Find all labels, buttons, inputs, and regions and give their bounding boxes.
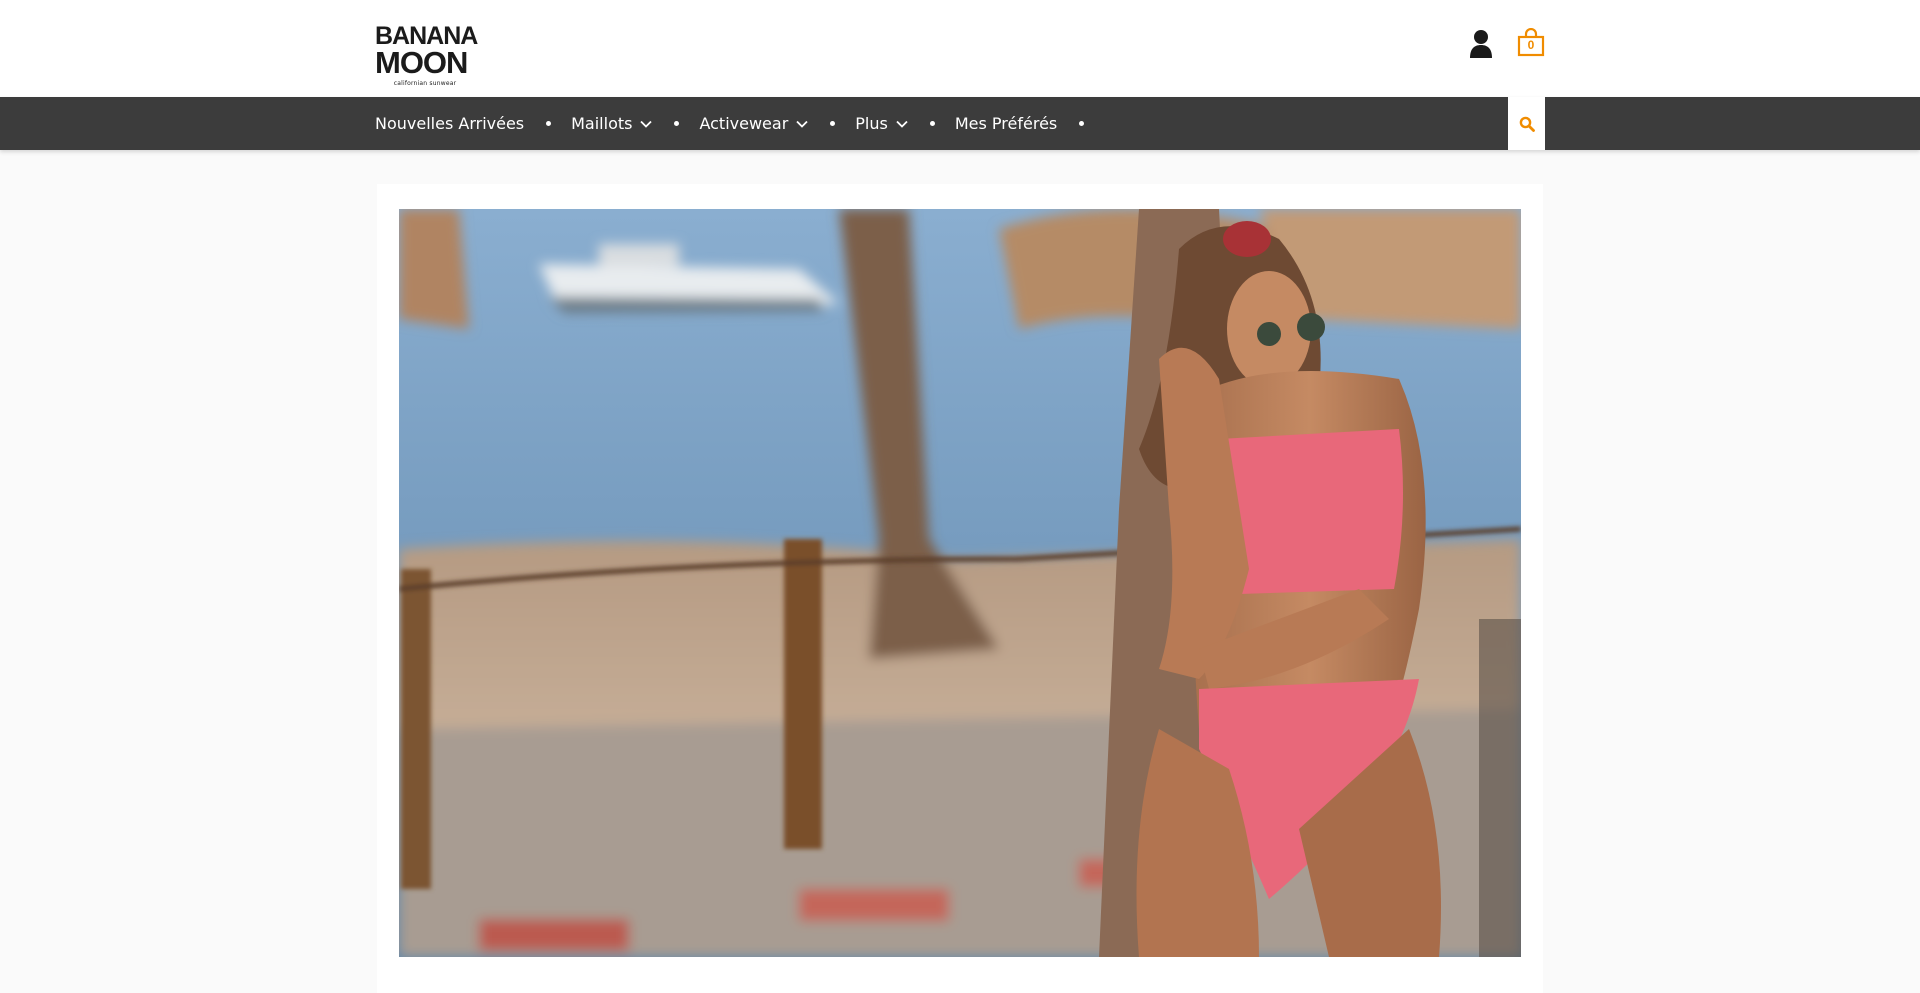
nav-item-nouvelles-arrivees[interactable]: Nouvelles Arrivées	[375, 114, 524, 133]
search-button[interactable]	[1508, 97, 1545, 150]
nav-separator	[830, 121, 836, 126]
logo-tagline: californian sunwear	[393, 80, 457, 87]
logo-line-2: MOON	[375, 45, 468, 80]
nav-item-activewear[interactable]: Activewear	[699, 114, 808, 133]
brand-logo[interactable]: BANANA MOON californian sunwear	[375, 24, 478, 88]
nav-item-label: Plus	[855, 114, 888, 133]
chevron-down-icon	[896, 120, 908, 128]
nav-item-plus[interactable]: Plus	[855, 114, 908, 133]
nav-separator	[1079, 121, 1085, 126]
nav-item-maillots[interactable]: Maillots	[571, 114, 653, 133]
nav-item-label: Mes Préférés	[954, 114, 1058, 133]
hero-image[interactable]	[399, 209, 1521, 957]
nav-separator	[929, 121, 935, 126]
nav-item-label: Activewear	[699, 114, 789, 133]
nav-separator	[546, 121, 552, 126]
main-navigation: Nouvelles Arrivées Maillots Activewear P…	[0, 97, 1920, 150]
nav-items: Nouvelles Arrivées Maillots Activewear P…	[375, 97, 1104, 150]
beach-model-photo	[399, 209, 1521, 957]
account-button[interactable]	[1468, 28, 1494, 60]
nav-item-mes-preferes[interactable]: Mes Préférés	[955, 114, 1057, 133]
nav-item-label: Nouvelles Arrivées	[375, 114, 525, 133]
site-header: BANANA MOON californian sunwear 0	[0, 0, 1920, 97]
nav-separator	[674, 121, 680, 126]
cart-count-badge: 0	[1527, 38, 1535, 52]
chevron-down-icon	[640, 120, 653, 128]
nav-item-label: Maillots	[571, 114, 633, 133]
user-icon	[1470, 30, 1492, 58]
search-icon	[1519, 116, 1535, 132]
cart-button[interactable]: 0	[1516, 27, 1546, 58]
chevron-down-icon	[796, 120, 808, 128]
